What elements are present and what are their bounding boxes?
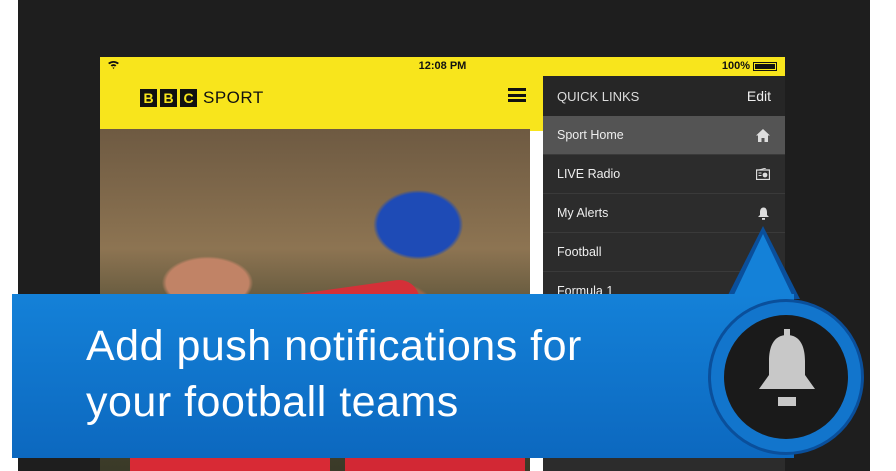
bell-icon [758,329,816,416]
banner-text-line: your football teams [86,378,459,426]
notification-badge-inner [724,315,848,439]
banner-text-line: Add push notifications for [86,322,582,370]
promo-banner: Add push notifications for your football… [12,294,794,458]
